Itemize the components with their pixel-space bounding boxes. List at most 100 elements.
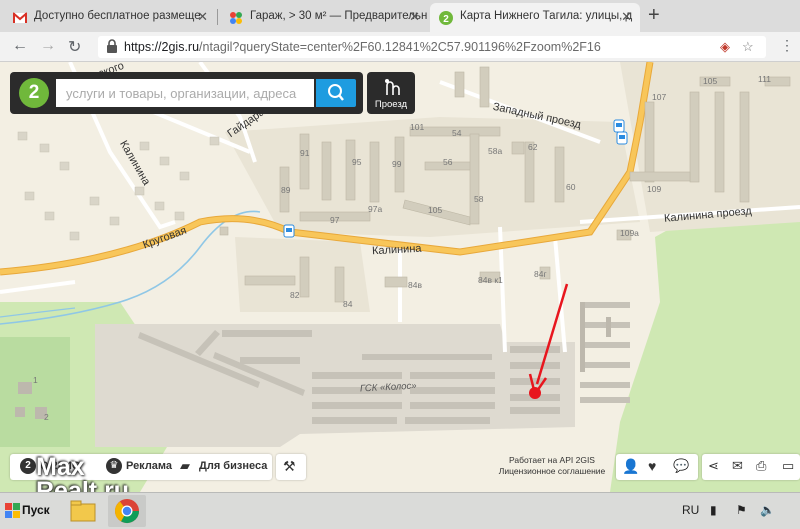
gmail-icon (13, 12, 27, 23)
user-icon[interactable]: 👤 (622, 458, 639, 474)
address-bar[interactable]: https://2gis.ru/ntagil?queryState=center… (98, 36, 766, 58)
building-number: 107 (652, 92, 667, 102)
chrome-app[interactable] (108, 495, 146, 527)
chat-icon[interactable]: 💬 (673, 458, 689, 474)
reload-icon[interactable]: ↻ (68, 37, 81, 57)
building-number: 97 (330, 215, 340, 225)
tab-garage[interactable]: Гараж, > 30 м² — Предварительн ✕ (220, 3, 428, 32)
building-number: 95 (352, 157, 362, 167)
windows-taskbar: Пуск RU ▮ ⚑ 🔈 (0, 492, 800, 529)
search-icon (328, 84, 344, 101)
building-number: 84в (408, 280, 422, 290)
mail-icon[interactable]: ✉ (732, 458, 748, 474)
map-view[interactable]: ского Гайдара Калинина Круговая Калинина… (0, 62, 800, 492)
building-number: 109 (647, 184, 662, 194)
license-link[interactable]: Лицензионное соглашение (492, 466, 612, 477)
2gis-small-icon: 2 (20, 458, 36, 474)
building-number: 84г (534, 269, 547, 279)
close-tab-icon[interactable]: ✕ (409, 9, 420, 25)
share-actions-group: ⋖ ✉ ⎙ ▭ (702, 454, 800, 480)
building-number: 99 (392, 159, 402, 169)
building-number: 105 (428, 205, 443, 215)
url-host: https://2gis.ru (124, 40, 200, 54)
bus-stop-icon (613, 119, 625, 133)
api-credits: Работает на API 2GIS Лицензионное соглаш… (492, 455, 612, 477)
start-label: Пуск (22, 503, 50, 517)
building-number: 111 (758, 74, 771, 84)
ads-link[interactable]: Реклама (126, 460, 172, 472)
building-number: 54 (452, 128, 462, 138)
building-number: 84в к1 (478, 275, 503, 285)
back-arrow-icon[interactable]: ← (12, 37, 28, 55)
url-path: /ntagil?queryState=center%2F60.12841%2C5… (199, 40, 601, 54)
building-number: 1 (33, 375, 38, 385)
language-indicator[interactable]: RU (682, 503, 699, 517)
building-number: 101 (410, 122, 425, 132)
tab-title: Гараж, > 30 м² — Предварительн (250, 10, 428, 22)
folder-icon (70, 500, 96, 522)
url-text: https://2gis.ru/ntagil?queryState=center… (124, 40, 601, 54)
map-canvas[interactable] (0, 62, 800, 492)
building-number: 62 (528, 142, 538, 152)
watermark-line2: Realt.ru (36, 477, 130, 493)
volume-icon[interactable]: 🔈 (760, 503, 775, 517)
building-number: 60 (566, 182, 576, 192)
building-number: 2 (44, 412, 49, 422)
watermark-line1: Max (36, 453, 85, 481)
business-link[interactable]: Для бизнеса (199, 460, 267, 472)
tab-2gis-map[interactable]: 2 Карта Нижнего Тагила: улицы, д ✕ (430, 3, 640, 32)
windows-logo-icon (5, 503, 20, 518)
bus-stop-icon (283, 224, 295, 238)
user-actions-group: 👤 ♥ 💬 (616, 454, 698, 480)
bus-stop-icon (616, 131, 628, 145)
heart-icon[interactable]: ♥ (648, 458, 664, 474)
fullscreen-icon[interactable]: ▭ (782, 458, 798, 474)
lock-icon (107, 39, 117, 53)
building-number: 105 (703, 76, 718, 86)
bookmark-star-icon[interactable]: ☆ (742, 39, 754, 55)
share-icon[interactable]: ⋖ (708, 458, 724, 474)
search-button[interactable] (316, 79, 356, 107)
new-tab-button[interactable]: + (648, 4, 660, 27)
building-number: 58 (474, 194, 484, 204)
print-icon[interactable]: ⎙ (756, 458, 772, 474)
forward-arrow-icon[interactable]: → (40, 37, 56, 55)
route-label: Проезд (374, 99, 408, 110)
search-input[interactable] (56, 79, 314, 107)
tab-divider (217, 9, 218, 25)
building-number: 82 (290, 290, 300, 300)
building-number: 97а (368, 204, 383, 214)
svg-text:2: 2 (443, 14, 449, 25)
business-icon: ▰ (180, 458, 190, 473)
file-manager-app[interactable] (64, 495, 102, 527)
location-blocked-icon[interactable]: ◈ (720, 39, 730, 55)
building-number: 84 (343, 299, 353, 309)
close-tab-icon[interactable]: ✕ (197, 9, 208, 25)
start-button[interactable]: Пуск (2, 499, 54, 523)
building-number: 89 (281, 185, 291, 195)
browser-toolbar: ← → ↻ https://2gis.ru/ntagil?queryState=… (0, 32, 800, 62)
chrome-icon (115, 499, 139, 524)
network-icon[interactable]: ▮ (710, 503, 717, 517)
close-tab-icon[interactable]: ✕ (621, 9, 632, 25)
flag-notify-icon[interactable]: ⚑ (736, 503, 747, 517)
watermark-logo: Max Realt.ru (36, 453, 130, 493)
route-button[interactable]: Проезд (367, 72, 415, 114)
search-panel: 2 (10, 72, 363, 114)
tab-title: Доступно бесплатное размеще (34, 10, 201, 22)
hammer-icon: ⚒ (283, 458, 296, 474)
2gis-logo[interactable]: 2 (19, 78, 49, 108)
building-number: 91 (300, 148, 310, 158)
green-area (0, 337, 70, 447)
building-number: 58а (488, 146, 503, 156)
api-powered-text[interactable]: Работает на API 2GIS (492, 455, 612, 466)
tab-title: Карта Нижнего Тагила: улицы, д (460, 10, 633, 22)
menu-icon[interactable]: ⋮ (780, 37, 794, 54)
colored-squares-icon (230, 12, 242, 24)
browser-tab-bar: Доступно бесплатное размеще ✕ Гараж, > 3… (0, 0, 800, 32)
route-icon (385, 79, 400, 95)
tab-avito[interactable]: Доступно бесплатное размеще ✕ (4, 3, 216, 32)
ruler-button[interactable]: ⚒ (276, 454, 306, 480)
location-pin (529, 387, 541, 399)
2gis-icon: 2 (439, 11, 453, 25)
